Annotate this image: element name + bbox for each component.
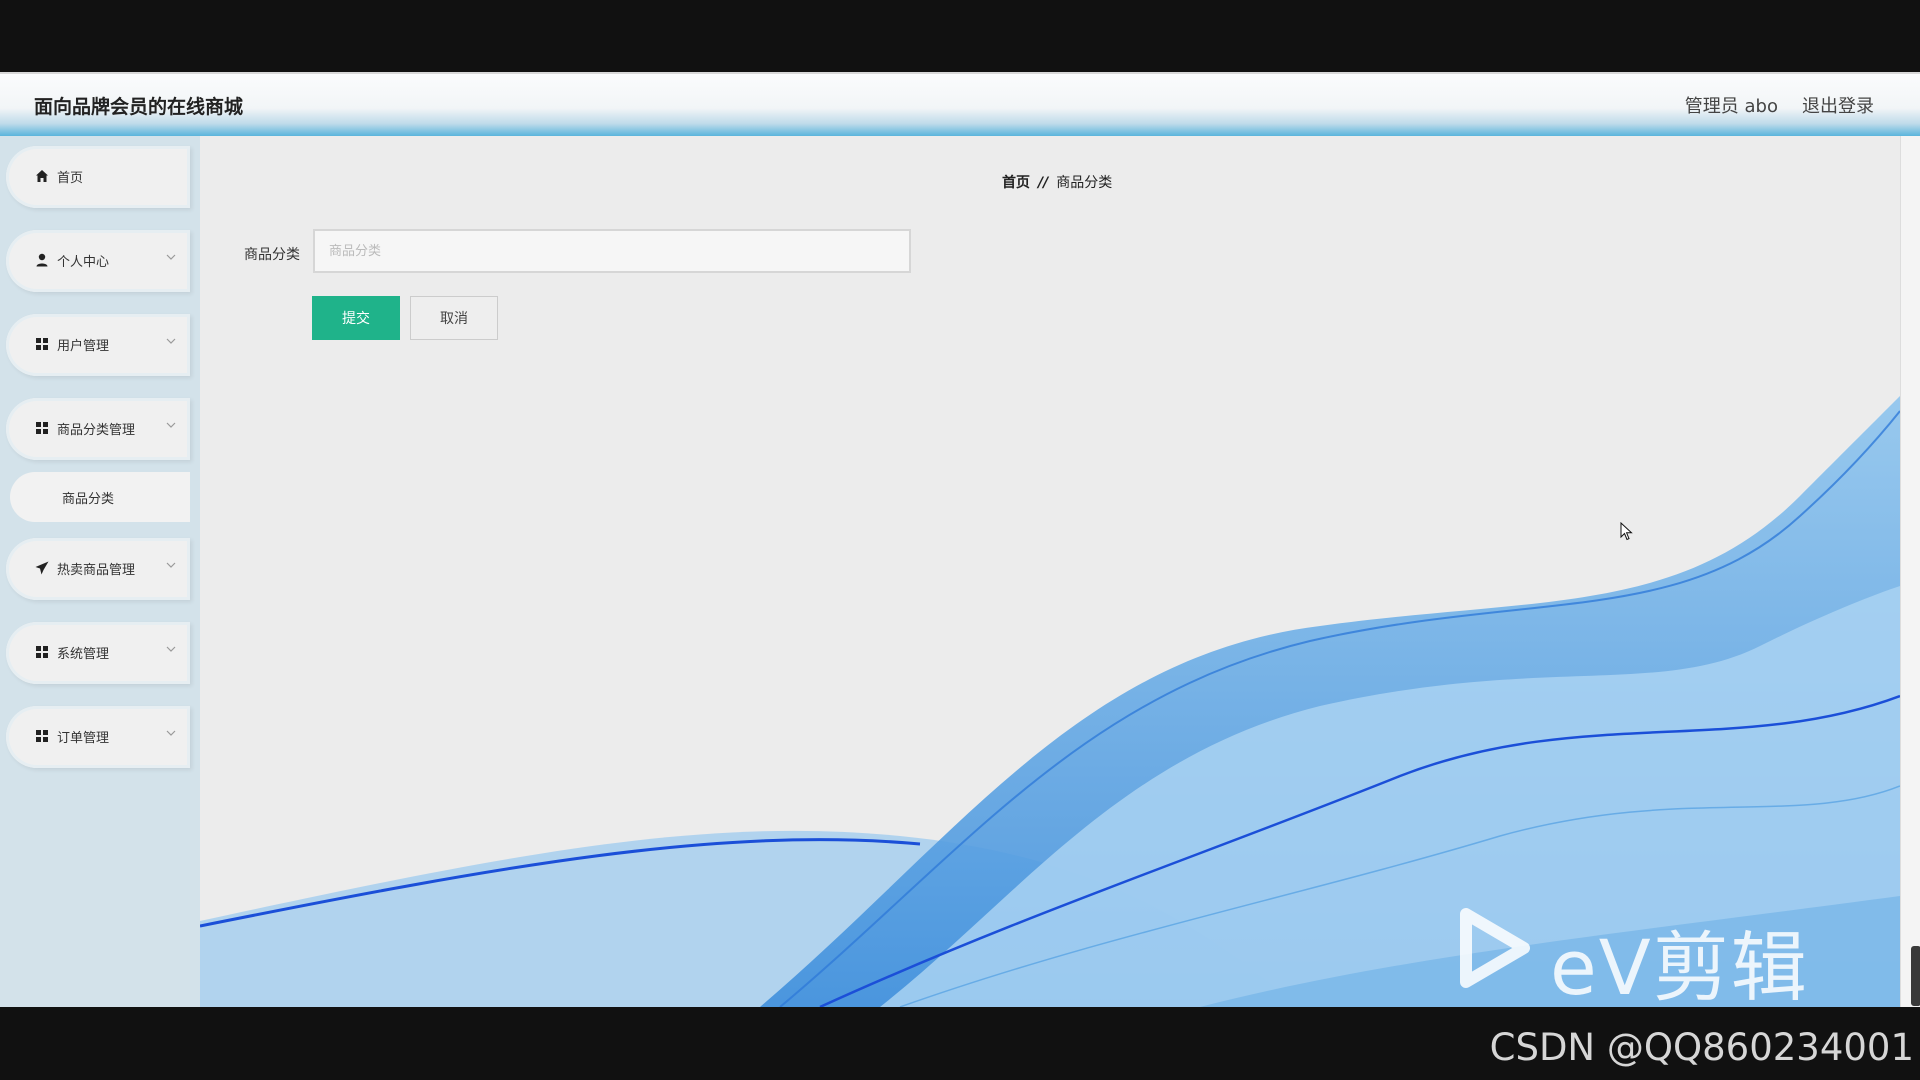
breadcrumb-current: 商品分类 (1056, 175, 1113, 191)
sidebar-item-order-management[interactable]: 订单管理 (6, 706, 190, 768)
scrollbar-thumb[interactable] (1911, 946, 1920, 1006)
chevron-down-icon (166, 730, 176, 736)
scrollbar[interactable] (1900, 136, 1920, 1007)
sidebar-item-system-management[interactable]: 系统管理 (6, 622, 190, 684)
sidebar-item-label: 订单管理 (57, 731, 110, 746)
sidebar-item-user-management[interactable]: 用户管理 (6, 314, 190, 376)
csdn-credit: CSDN @QQ860234001 (1489, 1026, 1914, 1069)
watermark-text: eV剪辑 (1550, 923, 1809, 1012)
sidebar-item-label: 热卖商品管理 (57, 563, 136, 578)
category-input[interactable] (313, 229, 911, 273)
sidebar-item-label: 用户管理 (57, 339, 110, 354)
sidebar-item-category-management[interactable]: 商品分类管理 (6, 398, 190, 460)
play-logo-icon (1460, 908, 1530, 988)
logout-link[interactable]: 退出登录 (1802, 92, 1874, 118)
mouse-cursor-icon (1620, 522, 1633, 541)
sidebar-subitem-category[interactable]: 商品分类 (10, 472, 190, 522)
sidebar-item-label: 系统管理 (57, 647, 110, 662)
sidebar-item-personal-center[interactable]: 个人中心 (6, 230, 190, 292)
category-field-label: 商品分类 (244, 247, 300, 263)
submit-button[interactable]: 提交 (312, 296, 400, 340)
sidebar: 首页 个人中心 用户管理 商品分类管理 商品分类 热卖商品管理 系统管理 订单管… (0, 136, 200, 1007)
grid-icon (36, 646, 48, 658)
sidebar-item-label: 商品分类管理 (57, 423, 136, 438)
user-icon (36, 253, 48, 267)
chevron-down-icon (166, 254, 176, 260)
chevron-down-icon (166, 562, 176, 568)
sidebar-subitem-label: 商品分类 (62, 492, 115, 507)
video-letterbox-top (0, 0, 1920, 72)
sidebar-item-hot-products[interactable]: 热卖商品管理 (6, 538, 190, 600)
breadcrumb-home[interactable]: 首页 (1002, 175, 1030, 191)
chevron-down-icon (166, 422, 176, 428)
cancel-button[interactable]: 取消 (410, 296, 498, 340)
grid-icon (36, 730, 48, 742)
admin-username: 管理员 abo (1684, 96, 1778, 117)
grid-icon (36, 338, 48, 350)
top-header: 面向品牌会员的在线商城 管理员 abo 退出登录 (0, 72, 1920, 136)
sidebar-item-label: 首页 (57, 171, 84, 186)
app-window: 面向品牌会员的在线商城 管理员 abo 退出登录 首页 个人中心 用户管理 商品… (0, 72, 1920, 1007)
site-title: 面向品牌会员的在线商城 (34, 96, 244, 118)
breadcrumb-separator: // (1038, 175, 1049, 191)
chevron-down-icon (166, 338, 176, 344)
send-icon (35, 561, 49, 575)
grid-icon (36, 422, 48, 434)
main-content: 首页 // 商品分类 商品分类 提交 取消 (200, 136, 1900, 1007)
chevron-down-icon (166, 646, 176, 652)
breadcrumb: 首页 // 商品分类 (1002, 172, 1112, 192)
sidebar-item-home[interactable]: 首页 (6, 146, 190, 208)
sidebar-item-label: 个人中心 (57, 255, 110, 270)
home-icon (36, 170, 48, 182)
